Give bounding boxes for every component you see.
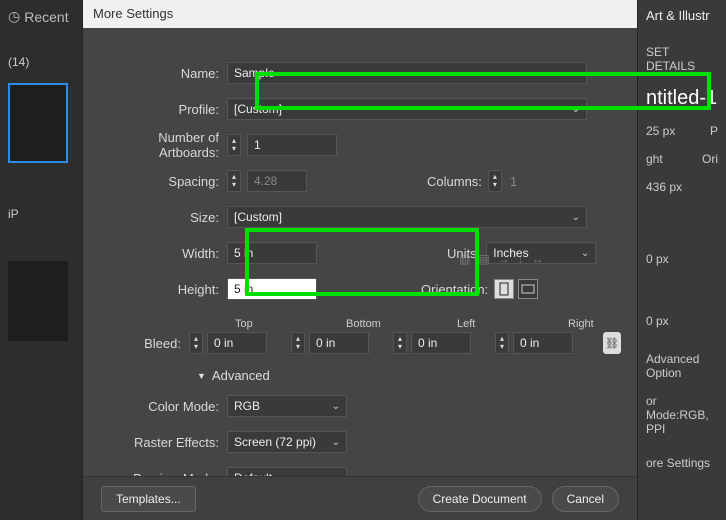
orient-lbl-frag: Ori [702,152,718,166]
color-mode-select[interactable]: RGB ⌄ [227,395,347,417]
width-input[interactable] [227,242,317,264]
bleed-left-stepper[interactable]: ▴▾ [393,332,407,354]
columns-stepper: ▴▾ [488,170,502,192]
grid-icon-2[interactable]: ▤ [478,252,489,266]
recent-count: (14) [8,55,74,69]
bleed-bottom-input[interactable] [309,332,369,354]
bleed-right-label: Right [568,318,621,330]
templates-button[interactable]: Templates... [101,486,196,512]
bleed-left-label: Left [457,318,510,330]
chevron-down-icon: ⌄ [581,248,589,259]
grid-icon[interactable]: ▥ [459,252,470,266]
spacing-stepper: ▴▾ [227,170,241,192]
cancel-button[interactable]: Cancel [552,486,619,512]
orientation-portrait[interactable] [494,279,514,299]
size-value: [Custom] [234,210,282,224]
advanced-section-toggle[interactable]: ▼ Advanced [197,368,621,383]
chevron-down-icon: ⌄ [572,212,580,223]
dialog-footer: Templates... Create Document Cancel [83,476,637,520]
category-title: Art & Illustr [646,8,718,23]
width-value: 25 px [646,124,675,138]
artboards-label: Number of Artboards: [99,130,227,160]
left-panel: ◷ Recent (14) iP [0,0,82,520]
ip-label: iP [8,207,74,221]
profile-value: [Custom] [234,102,282,116]
raster-effects-label: Raster Effects: [99,435,227,450]
height-input[interactable] [227,278,317,300]
artboards-input[interactable] [247,134,337,156]
size-label: Size: [99,210,227,225]
raster-effects-value: Screen (72 ppi) [234,435,316,449]
bleed-bottom-stepper[interactable]: ▴▾ [291,332,305,354]
triangle-down-icon: ▼ [197,371,206,381]
chevron-down-icon: ⌄ [572,104,580,115]
recent-thumb-2[interactable] [8,261,68,341]
more-settings-dialog: More Settings Name: Profile: [Custom] ⌄ … [82,0,638,520]
bleed-label: Bleed: [99,336,189,351]
artboard-arrange-icons: ▥ ▤ → ↓ ↔ [459,252,544,266]
bleed-bottom-label: Bottom [346,318,399,330]
height-label: Height: [99,282,227,297]
name-label: Name: [99,66,227,81]
doc-name: ntitled-1 [646,87,718,110]
bleed-top-label: Top [235,318,288,330]
clock-icon: ◷ [8,8,20,25]
columns-value: 1 [510,174,517,189]
bleed-right-input[interactable] [513,332,573,354]
chevron-down-icon: ⌄ [332,437,340,448]
raster-effects-select[interactable]: Screen (72 ppi) ⌄ [227,431,347,453]
orientation-label: Orientation: [421,282,488,297]
create-document-button[interactable]: Create Document [418,486,542,512]
columns-label: Columns: [427,174,482,189]
bleed-zero-2: 0 px [646,314,718,328]
recent-thumb-selected[interactable] [8,83,68,163]
bleed-top-input[interactable] [207,332,267,354]
height-value: 436 px [646,180,718,194]
color-mode-value: RGB [234,399,260,413]
bleed-right-stepper[interactable]: ▴▾ [495,332,509,354]
unit-p: P [710,124,718,138]
preset-details-label: SET DETAILS [646,45,718,73]
arrow-icon[interactable]: ↔ [532,252,544,266]
spacing-value: 4.28 [247,170,307,192]
profile-select[interactable]: [Custom] ⌄ [227,98,587,120]
recent-label: Recent [24,9,68,25]
width-label: Width: [99,246,227,261]
row-icon[interactable]: → [498,252,510,266]
recent-header: ◷ Recent [8,8,74,25]
right-panel: Art & Illustr SET DETAILS ntitled-1 25 p… [638,0,726,520]
chevron-down-icon: ⌄ [332,401,340,412]
bleed-left-input[interactable] [411,332,471,354]
link-bleed-icon[interactable]: ⛓ [603,332,621,354]
name-input[interactable] [227,62,587,84]
advanced-label: Advanced [212,368,270,383]
size-select[interactable]: [Custom] ⌄ [227,206,587,228]
dialog-title: More Settings [83,0,637,28]
bleed-top-stepper[interactable]: ▴▾ [189,332,203,354]
height-lbl-frag: ght [646,152,663,166]
profile-label: Profile: [99,102,227,117]
color-mode-label: Color Mode: [99,399,227,414]
bleed-zero-1: 0 px [646,252,718,266]
more-settings-frag: ore Settings [646,456,718,470]
col-icon[interactable]: ↓ [518,252,524,266]
artboards-stepper[interactable]: ▴▾ [227,134,241,156]
orientation-landscape[interactable] [518,279,538,299]
color-mode-frag: or Mode:RGB, PPI [646,394,718,436]
advanced-options-label: Advanced Option [646,352,718,380]
spacing-label: Spacing: [99,174,227,189]
